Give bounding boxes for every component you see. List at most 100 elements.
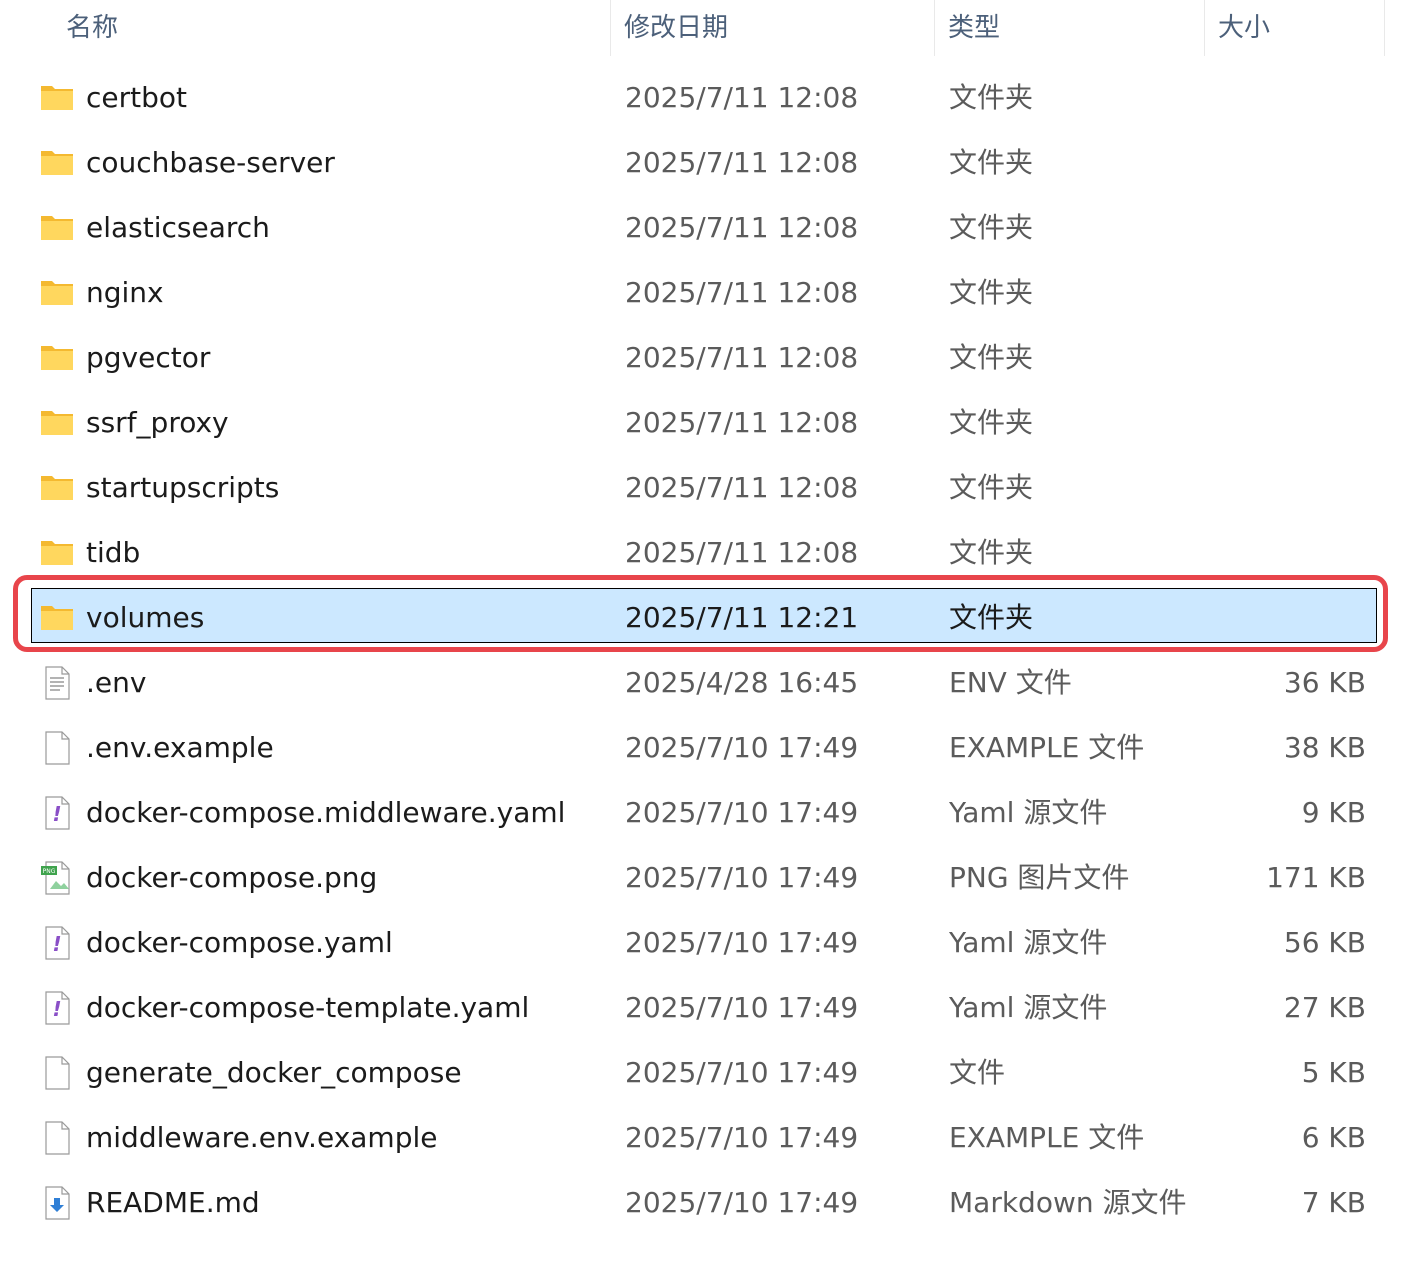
file-type: ENV 文件	[949, 666, 1072, 699]
yaml-file-icon: !	[40, 926, 74, 960]
column-header-bar: 名称 ⌃ 修改日期 类型 大小	[0, 0, 1428, 56]
file-name: docker-compose.yaml	[86, 926, 393, 959]
file-type: EXAMPLE 文件	[949, 1121, 1145, 1154]
file-row[interactable]: ! docker-compose.yaml 2025/7/10 17:49 Yaml …	[0, 910, 1428, 975]
file-date: 2025/7/10 17:49	[625, 1056, 859, 1089]
file-row-selected[interactable]: volumes 2025/7/11 12:21 文件夹	[0, 585, 1428, 650]
svg-text:!: !	[52, 997, 61, 1021]
file-name: generate_docker_compose	[86, 1056, 462, 1089]
file-date: 2025/7/10 17:49	[625, 861, 859, 894]
file-date: 2025/7/11 12:08	[625, 146, 859, 179]
file-type: 文件夹	[949, 471, 1034, 504]
file-date: 2025/7/11 12:08	[625, 406, 859, 439]
file-name: elasticsearch	[86, 211, 270, 244]
file-size: 7 KB	[1301, 1186, 1366, 1219]
column-divider[interactable]	[610, 0, 611, 56]
column-divider[interactable]	[1204, 0, 1205, 56]
file-row[interactable]: generate_docker_compose 2025/7/10 17:49 文件…	[0, 1040, 1428, 1105]
file-size: 9 KB	[1301, 796, 1366, 829]
file-name: tidb	[86, 536, 141, 569]
file-type: 文件夹	[949, 406, 1034, 439]
file-date: 2025/7/10 17:49	[625, 1121, 859, 1154]
yaml-file-icon: !	[40, 796, 74, 830]
file-date: 2025/7/11 12:08	[625, 341, 859, 374]
file-size: 171 KB	[1266, 861, 1366, 894]
blank-file-icon	[40, 731, 74, 765]
file-type: Yaml 源文件	[949, 796, 1108, 829]
file-date: 2025/7/10 17:49	[625, 796, 859, 829]
folder-icon	[40, 81, 74, 115]
file-date: 2025/7/11 12:08	[625, 471, 859, 504]
folder-icon	[40, 341, 74, 375]
file-name: docker-compose.middleware.yaml	[86, 796, 566, 829]
column-header-type[interactable]: 类型	[948, 0, 1000, 56]
file-row[interactable]: startupscripts 2025/7/11 12:08 文件夹	[0, 455, 1428, 520]
file-row[interactable]: tidb 2025/7/11 12:08 文件夹	[0, 520, 1428, 585]
file-row[interactable]: certbot 2025/7/11 12:08 文件夹	[0, 65, 1428, 130]
file-size: 6 KB	[1301, 1121, 1366, 1154]
file-date: 2025/7/11 12:08	[625, 276, 859, 309]
file-date: 2025/4/28 16:45	[625, 666, 859, 699]
folder-icon	[40, 536, 74, 570]
yaml-file-icon: !	[40, 991, 74, 1025]
column-header-date[interactable]: 修改日期	[624, 0, 728, 56]
file-type: 文件夹	[949, 146, 1034, 179]
file-date: 2025/7/11 12:08	[625, 81, 859, 114]
text-file-icon	[40, 666, 74, 700]
file-row[interactable]: middleware.env.example 2025/7/10 17:49 EXA…	[0, 1105, 1428, 1170]
folder-icon	[40, 601, 74, 635]
file-name: .env.example	[86, 731, 274, 764]
folder-icon	[40, 471, 74, 505]
png-file-icon: PNG	[40, 861, 74, 895]
file-name: middleware.env.example	[86, 1121, 438, 1154]
file-type: Markdown 源文件	[949, 1186, 1187, 1219]
blank-file-icon	[40, 1121, 74, 1155]
file-date: 2025/7/11 12:21	[625, 601, 859, 634]
file-type: Yaml 源文件	[949, 991, 1108, 1024]
file-size: 36 KB	[1283, 666, 1366, 699]
file-name: nginx	[86, 276, 164, 309]
file-name: volumes	[86, 601, 205, 634]
file-type: 文件夹	[949, 276, 1034, 309]
file-name: certbot	[86, 81, 187, 114]
svg-text:PNG: PNG	[43, 868, 56, 875]
file-row[interactable]: .env 2025/4/28 16:45 ENV 文件 36 KB	[0, 650, 1428, 715]
column-divider[interactable]	[934, 0, 935, 56]
file-type: 文件夹	[949, 601, 1034, 634]
file-type: 文件夹	[949, 81, 1034, 114]
file-name: README.md	[86, 1186, 260, 1219]
file-name: pgvector	[86, 341, 211, 374]
file-row[interactable]: ! docker-compose.middleware.yaml 2025/7/10…	[0, 780, 1428, 845]
file-row[interactable]: ! docker-compose-template.yaml 2025/7/10 1…	[0, 975, 1428, 1040]
file-row[interactable]: couchbase-server 2025/7/11 12:08 文件夹	[0, 130, 1428, 195]
file-type: 文件	[949, 1056, 1006, 1089]
folder-icon	[40, 146, 74, 180]
file-name: docker-compose.png	[86, 861, 378, 894]
file-type: Yaml 源文件	[949, 926, 1108, 959]
file-row[interactable]: elasticsearch 2025/7/11 12:08 文件夹	[0, 195, 1428, 260]
folder-icon	[40, 211, 74, 245]
file-row[interactable]: PNG docker-compose.png 2025/7/10 17:49 PNG …	[0, 845, 1428, 910]
file-size: 27 KB	[1283, 991, 1366, 1024]
file-type: 文件夹	[949, 341, 1034, 374]
file-row[interactable]: README.md 2025/7/10 17:49 Markdown 源文件 7 KB	[0, 1170, 1428, 1235]
column-header-size[interactable]: 大小	[1218, 0, 1270, 56]
sort-caret-icon: ⌃	[324, 0, 336, 10]
file-size: 38 KB	[1283, 731, 1366, 764]
file-type: EXAMPLE 文件	[949, 731, 1145, 764]
svg-text:!: !	[52, 932, 61, 956]
file-name: ssrf_proxy	[86, 406, 229, 439]
file-type: 文件夹	[949, 211, 1034, 244]
file-row[interactable]: .env.example 2025/7/10 17:49 EXAMPLE 文件 38 …	[0, 715, 1428, 780]
file-name: docker-compose-template.yaml	[86, 991, 530, 1024]
file-row[interactable]: pgvector 2025/7/11 12:08 文件夹	[0, 325, 1428, 390]
column-divider[interactable]	[1384, 0, 1385, 56]
column-header-name[interactable]: 名称	[66, 0, 118, 56]
file-date: 2025/7/10 17:49	[625, 731, 859, 764]
svg-text:!: !	[52, 802, 61, 826]
file-type: PNG 图片文件	[949, 861, 1130, 894]
file-row[interactable]: nginx 2025/7/11 12:08 文件夹	[0, 260, 1428, 325]
file-date: 2025/7/11 12:08	[625, 211, 859, 244]
file-name: startupscripts	[86, 471, 280, 504]
file-row[interactable]: ssrf_proxy 2025/7/11 12:08 文件夹	[0, 390, 1428, 455]
